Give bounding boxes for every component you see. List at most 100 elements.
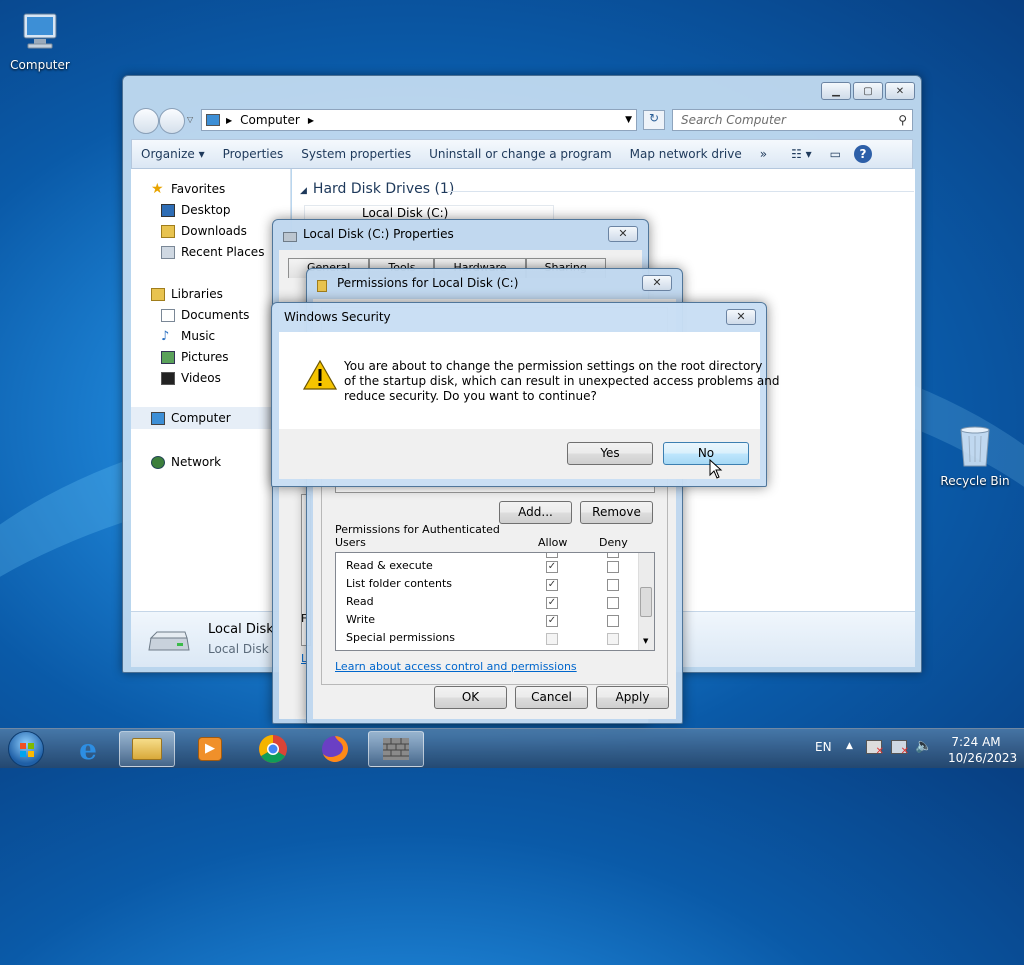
uninstall-program-command[interactable]: Uninstall or change a program xyxy=(420,147,621,161)
scroll-down-icon[interactable]: ▼ xyxy=(643,637,648,645)
nav-libraries[interactable]: Libraries xyxy=(151,287,223,301)
taskbar-firefox[interactable] xyxy=(307,731,363,767)
close-button[interactable]: ✕ xyxy=(885,82,915,100)
nav-downloads[interactable]: Downloads xyxy=(161,224,247,238)
nav-videos[interactable]: Videos xyxy=(161,371,221,385)
network-icon xyxy=(151,455,165,469)
checkbox-deny-partial xyxy=(607,553,619,558)
nav-documents[interactable]: Documents xyxy=(161,308,249,322)
language-indicator[interactable]: EN xyxy=(815,740,832,754)
show-hidden-icons[interactable]: ▲ xyxy=(846,741,853,751)
taskbar-chrome[interactable] xyxy=(245,731,301,767)
preview-pane-icon[interactable]: ▭ xyxy=(821,147,850,161)
search-input[interactable]: Search Computer ⚲ xyxy=(672,109,913,131)
volume-muted-icon[interactable]: 🔈 xyxy=(915,738,932,754)
no-button[interactable]: No xyxy=(663,442,749,465)
close-button[interactable]: ✕ xyxy=(608,226,638,242)
taskbar: e ▶ EN ▲ ✕ ✕ 🔈 7:24 AM 10/26/2023 xyxy=(0,728,1024,768)
apply-button[interactable]: Apply xyxy=(596,686,669,709)
navigation-row: ▽ ▶ Computer ▶ ▼ ↻ Search Computer ⚲ xyxy=(131,106,913,134)
permission-row: Write xyxy=(346,613,376,626)
properties-command[interactable]: Properties xyxy=(214,147,293,161)
nav-recent-places[interactable]: Recent Places xyxy=(161,245,264,259)
clock-time: 7:24 AM xyxy=(951,735,1001,749)
music-icon: ♪ xyxy=(161,328,170,344)
close-button[interactable]: ✕ xyxy=(726,309,756,325)
nav-desktop[interactable]: Desktop xyxy=(161,203,231,217)
checkbox-allow-read-execute[interactable]: ✓ xyxy=(546,561,558,573)
taskbar-windows-explorer[interactable] xyxy=(119,731,175,767)
start-button[interactable] xyxy=(8,731,44,767)
security-message: You are about to change the permission s… xyxy=(344,359,780,403)
clock[interactable]: 7:24 AM 10/26/2023 xyxy=(948,734,1017,766)
access-control-help-link[interactable]: Learn about access control and permissio… xyxy=(335,660,577,673)
folder-icon xyxy=(132,738,162,760)
drive-icon xyxy=(283,232,297,242)
refresh-icon[interactable]: ↻ xyxy=(643,110,665,130)
details-type: Local Disk xyxy=(208,642,269,656)
address-dropdown-icon[interactable]: ▼ xyxy=(625,115,632,125)
organize-menu[interactable]: Organize ▾ xyxy=(132,147,214,161)
checkbox-deny-write[interactable] xyxy=(607,615,619,627)
yes-button[interactable]: Yes xyxy=(567,442,653,465)
taskbar-security-app[interactable] xyxy=(368,731,424,767)
nav-computer[interactable]: Computer xyxy=(131,407,281,429)
checkbox-allow-write[interactable]: ✓ xyxy=(546,615,558,627)
libraries-icon xyxy=(151,287,165,301)
system-properties-command[interactable]: System properties xyxy=(292,147,420,161)
permissions-list[interactable]: Read & execute ✓ List folder contents ✓ … xyxy=(335,552,655,651)
breadcrumb-arrow-icon[interactable]: ▶ xyxy=(308,116,314,125)
permissions-scrollbar[interactable]: ▼ xyxy=(638,553,654,650)
taskbar-internet-explorer[interactable]: e xyxy=(60,731,116,767)
remove-button[interactable]: Remove xyxy=(580,501,653,524)
recycle-bin-icon xyxy=(953,422,997,470)
map-network-drive-command[interactable]: Map network drive xyxy=(621,147,751,161)
desktop-icon-label: Computer xyxy=(10,58,70,72)
ok-button[interactable]: OK xyxy=(434,686,507,709)
desktop-icon-recycle-bin[interactable]: Recycle Bin xyxy=(935,422,1015,488)
more-commands-button[interactable]: » xyxy=(751,147,776,161)
close-button[interactable]: ✕ xyxy=(642,275,672,291)
search-icon[interactable]: ⚲ xyxy=(898,110,907,130)
nav-network[interactable]: Network xyxy=(151,455,221,469)
action-center-icon[interactable]: ✕ xyxy=(866,740,884,757)
maximize-button[interactable]: ▢ xyxy=(853,82,883,100)
view-options-icon[interactable]: ☷ ▾ xyxy=(782,147,821,161)
window-caption-buttons: ▁ ▢ ✕ xyxy=(821,82,915,100)
address-bar[interactable]: ▶ Computer ▶ ▼ xyxy=(201,109,637,131)
checkbox-deny-list-folder[interactable] xyxy=(607,579,619,591)
folder-icon xyxy=(317,280,327,292)
command-bar: Organize ▾ Properties System properties … xyxy=(131,139,913,169)
mouse-cursor-icon xyxy=(709,458,723,479)
computer-icon xyxy=(206,114,220,126)
back-button[interactable] xyxy=(133,108,159,134)
nav-favorites[interactable]: ★ Favorites xyxy=(151,182,225,197)
nav-music[interactable]: ♪ Music xyxy=(161,329,215,343)
desktop-icon-computer[interactable]: Computer xyxy=(0,10,80,72)
hard-disk-drives-header[interactable]: ◢ Hard Disk Drives (1) xyxy=(300,181,454,197)
checkbox-allow-list-folder[interactable]: ✓ xyxy=(546,579,558,591)
add-button[interactable]: Add... xyxy=(499,501,572,524)
dialog-title: Permissions for Local Disk (C:) xyxy=(337,276,519,290)
permission-row: Read & execute xyxy=(346,559,433,572)
forward-button[interactable] xyxy=(159,108,185,134)
taskbar-media-player[interactable]: ▶ xyxy=(182,731,238,767)
navigation-pane: ★ Favorites Desktop Downloads Recent Plac… xyxy=(131,169,291,611)
checkbox-deny-read-execute[interactable] xyxy=(607,561,619,573)
button-area: Yes No xyxy=(279,429,760,479)
network-tray-icon[interactable]: ✕ xyxy=(891,740,909,757)
minimize-button[interactable]: ▁ xyxy=(821,82,851,100)
checkbox-deny-read[interactable] xyxy=(607,597,619,609)
checkbox-allow-partial xyxy=(546,553,558,558)
help-icon[interactable]: ? xyxy=(854,145,873,163)
firefox-icon xyxy=(322,736,348,762)
nav-pictures[interactable]: Pictures xyxy=(161,350,229,364)
videos-icon xyxy=(161,371,175,385)
checkbox-allow-special xyxy=(546,633,558,645)
scrollbar-thumb[interactable] xyxy=(640,587,652,617)
recent-pages-chevron-icon[interactable]: ▽ xyxy=(187,115,193,124)
computer-icon xyxy=(151,411,165,425)
media-player-icon: ▶ xyxy=(198,737,222,761)
cancel-button[interactable]: Cancel xyxy=(515,686,588,709)
checkbox-allow-read[interactable]: ✓ xyxy=(546,597,558,609)
